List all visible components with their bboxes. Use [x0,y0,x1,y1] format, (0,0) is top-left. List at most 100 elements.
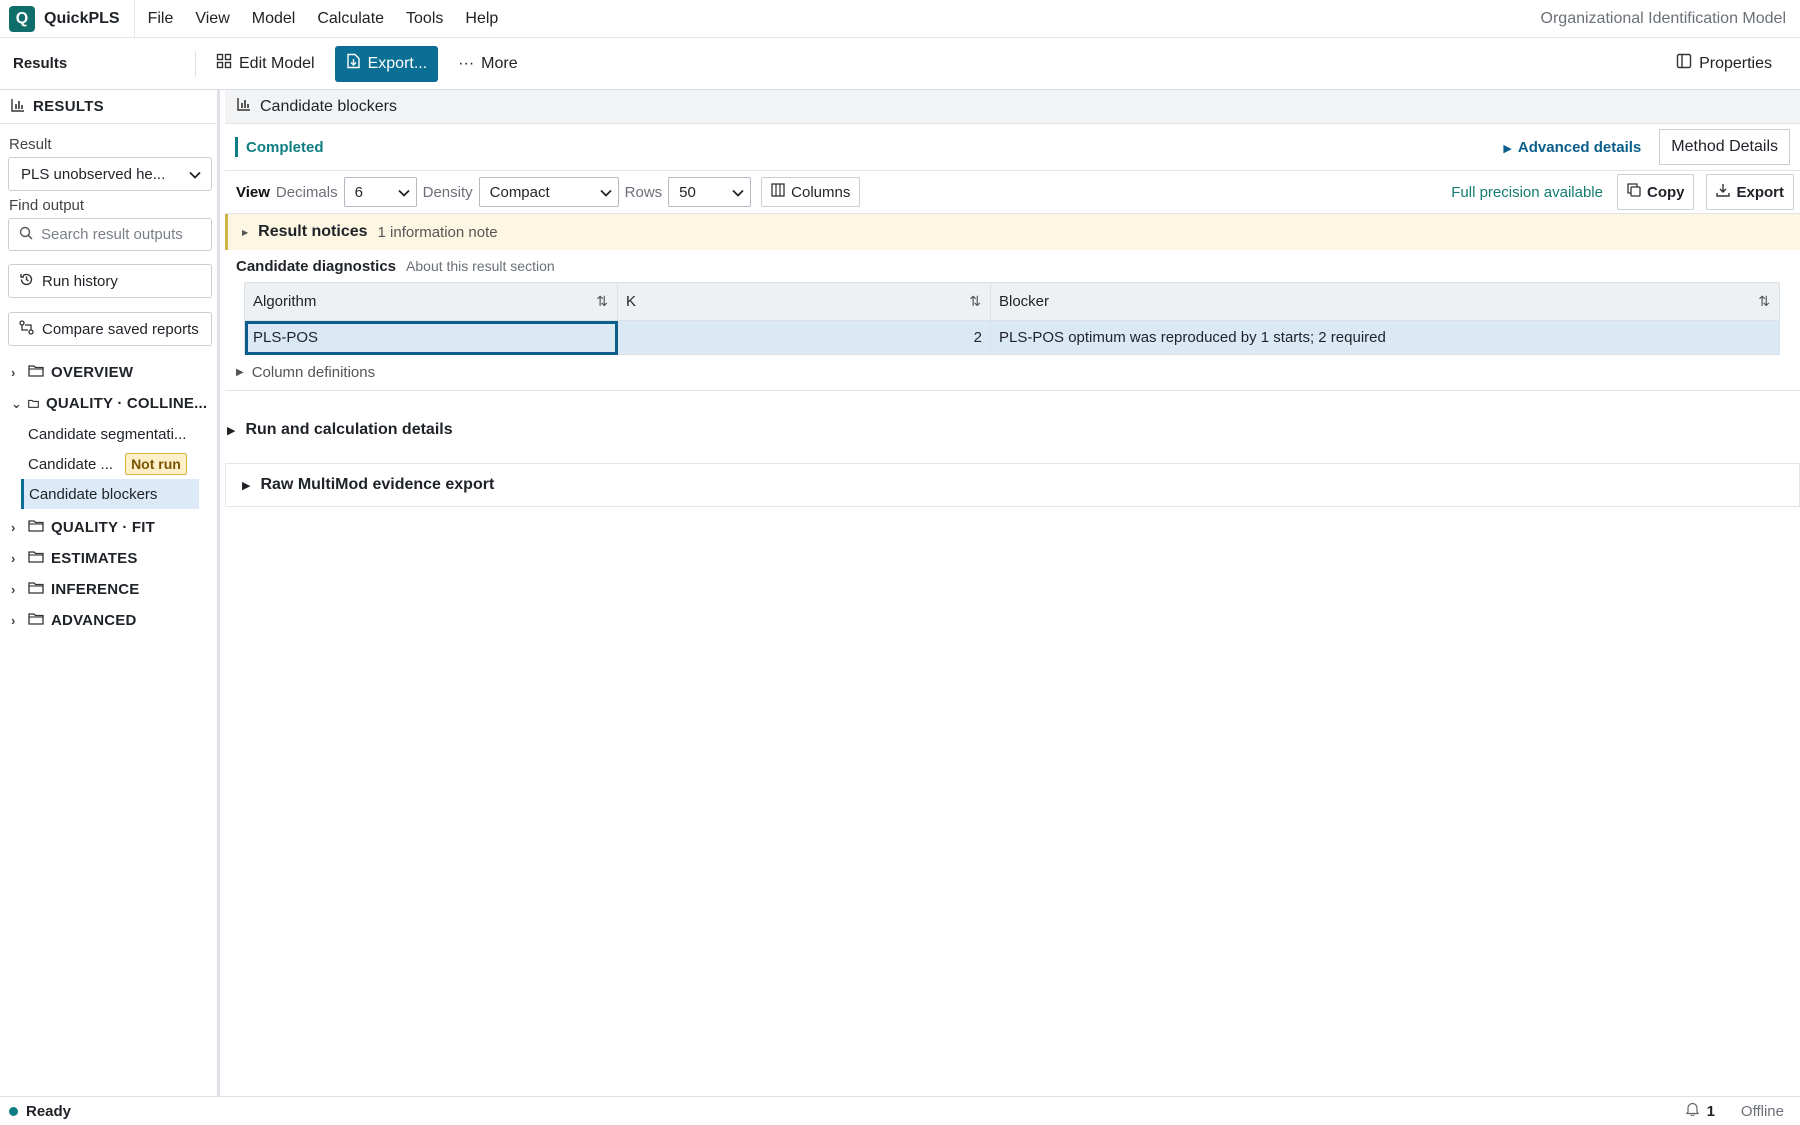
menu-help[interactable]: Help [454,10,509,28]
download-icon [1716,183,1731,201]
main-panel: Candidate blockers Completed ▶ Advanced d… [225,90,1800,1096]
more-button[interactable]: ··· More [446,46,529,82]
view-controls: View Decimals 6 Density Compact Rows 50 … [225,171,1800,214]
copy-button[interactable]: Copy [1616,174,1695,210]
decimals-select[interactable]: 6 [343,177,417,207]
bell-icon[interactable] [1685,1102,1699,1120]
sidebar-title: RESULTS [33,98,104,115]
columns-label: Columns [791,183,851,201]
notice-count: 1 information note [377,223,498,241]
triangle-right-icon: ▶ [1503,142,1512,155]
table-row[interactable]: PLS-POS 2 PLS-POS optimum was reproduced… [244,320,1780,355]
leaf-candidate[interactable]: Candidate ... Not run [21,449,199,479]
leaf-candidate-segmentation[interactable]: Candidate segmentati... [21,419,199,449]
run-details-label: Run and calculation details [245,421,453,438]
menu-tools[interactable]: Tools [395,10,454,28]
folder-open-icon [28,395,39,412]
result-label: Result [9,136,52,153]
toolbar: Results Edit Model Export... ··· More Pr… [0,38,1800,90]
find-output-label: Find output [9,197,85,214]
menu-view[interactable]: View [184,10,240,28]
sidebar-header: RESULTS [0,90,217,124]
app-name: QuickPLS [44,0,135,38]
menu-bar: Q QuickPLS File View Model Calculate Too… [0,0,1800,38]
bar-chart-icon [237,97,251,116]
folder-inference-label: INFERENCE [51,581,140,598]
run-details-toggle[interactable]: ▶ Run and calculation details [225,409,1800,451]
panel-icon [1676,53,1692,74]
folder-quality-fit[interactable]: › QUALITY · FIT [0,512,217,543]
history-icon [19,272,34,291]
status-badge: Not run [125,453,187,475]
app-logo: Q [9,5,35,32]
folder-overview-label: OVERVIEW [51,364,134,381]
folder-quality-collin-label: QUALITY · COLLINE... [46,395,208,412]
method-details-button[interactable]: Method Details [1659,129,1790,165]
column-definitions-toggle[interactable]: ▶ Column definitions [225,355,1800,391]
advanced-details-label: Advanced details [1517,138,1642,156]
folder-icon [28,581,44,598]
result-notices[interactable]: ▶ Result notices 1 information note [225,214,1800,250]
export-button[interactable]: Export... [334,45,439,82]
table-cell[interactable]: 2 [617,320,991,355]
model-title: Organizational Identification Model [1540,9,1786,27]
results-table: Algorithm ⇅ K ⇅ Blocker ⇅ PLS-POS 2 PLS-POS… [244,282,1780,355]
folder-advanced[interactable]: › ADVANCED [0,605,217,636]
advanced-details-link[interactable]: ▶ Advanced details [1503,139,1641,156]
compare-icon [19,319,34,339]
section-title: Candidate diagnostics [236,257,397,275]
triangle-right-icon: ▶ [242,227,249,237]
folder-estimates[interactable]: › ESTIMATES [0,543,217,574]
column-header-blocker[interactable]: Blocker ⇅ [990,282,1780,321]
chevron-right-icon: › [11,551,16,566]
result-select-value: PLS unobserved he... [21,165,166,183]
results-sidebar: RESULTS Result PLS unobserved he... Find… [0,90,220,1096]
search-input[interactable]: Search result outputs [8,218,212,251]
column-header-label: Blocker [999,293,1050,310]
leaf-candidate-blockers[interactable]: Candidate blockers [21,479,199,509]
raw-evidence-export-toggle[interactable]: ▶ Raw MultiMod evidence export [225,463,1800,507]
folder-quality-collinearity[interactable]: ⌄ QUALITY · COLLINE... [0,388,217,419]
column-header-label: K [626,293,637,310]
sort-icon: ⇅ [596,293,608,309]
properties-button[interactable]: Properties [1664,46,1784,82]
folder-icon [28,612,44,629]
column-header-algorithm[interactable]: Algorithm ⇅ [244,282,618,321]
menu-file[interactable]: File [137,10,185,28]
properties-label: Properties [1699,54,1772,72]
density-select[interactable]: Compact [478,177,619,207]
folder-estimates-label: ESTIMATES [51,550,138,567]
folder-quality-fit-label: QUALITY · FIT [51,519,155,536]
result-select[interactable]: PLS unobserved he... [8,157,212,191]
ellipsis-icon: ··· [458,54,475,72]
menu-model[interactable]: Model [241,10,307,28]
compare-reports-button[interactable]: Compare saved reports [8,312,212,346]
grid-icon [216,53,232,74]
more-label: More [481,54,518,72]
section-about-link[interactable]: About this result section [406,258,555,274]
connection-status: Offline [1740,1102,1784,1120]
table-export-label: Export [1736,183,1784,201]
triangle-right-icon: ▶ [242,479,251,492]
density-value: Compact [489,183,550,201]
folder-icon [28,550,44,567]
view-label: View [236,183,270,201]
folder-icon [28,364,44,381]
export-label: Export... [367,54,428,72]
rows-select[interactable]: 50 [668,177,752,207]
menu-calculate[interactable]: Calculate [306,10,395,28]
run-history-label: Run history [42,272,118,290]
folder-inference[interactable]: › INFERENCE [0,574,217,605]
run-history-button[interactable]: Run history [8,264,212,298]
section-header: Candidate diagnostics About this result … [225,250,1800,282]
table-export-button[interactable]: Export [1706,174,1794,210]
triangle-right-icon: ▶ [236,367,244,378]
columns-button[interactable]: Columns [761,177,861,207]
page-title: Candidate blockers [260,97,397,115]
column-header-k[interactable]: K ⇅ [617,282,991,321]
edit-model-button[interactable]: Edit Model [204,46,327,82]
folder-advanced-label: ADVANCED [51,612,137,629]
folder-overview[interactable]: › OVERVIEW [0,357,217,388]
table-cell[interactable]: PLS-POS optimum was reproduced by 1 star… [990,320,1780,355]
table-cell[interactable]: PLS-POS [244,320,618,355]
